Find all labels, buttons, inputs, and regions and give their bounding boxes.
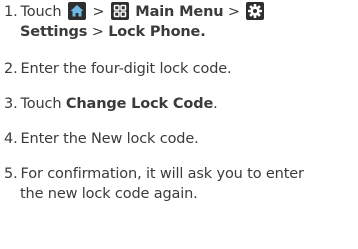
step-5: 5. For confirmation, it will ask you to e…: [4, 164, 304, 204]
settings-label: Settings: [20, 24, 88, 40]
step-1: 1. Touch > Main Menu > Settings > Lock P…: [4, 2, 266, 42]
step-number: 2.: [4, 61, 18, 77]
separator: >: [227, 4, 240, 20]
home-icon: [67, 2, 86, 20]
lock-phone-label: Lock Phone.: [108, 24, 206, 40]
separator: >: [92, 4, 105, 20]
main-menu-icon: [110, 2, 129, 20]
step-number: 1.: [4, 4, 18, 20]
step-text: Touch: [20, 96, 62, 112]
separator: >: [91, 24, 104, 40]
step-continuation: the new lock code again.: [20, 186, 198, 202]
change-lock-code-label: Change Lock Code: [65, 96, 214, 112]
step-text: Touch: [20, 4, 62, 20]
step-2: 2. Enter the four-digit lock code.: [4, 59, 232, 79]
step-3: 3. Touch Change Lock Code.: [4, 94, 218, 114]
settings-gear-icon: [246, 2, 265, 20]
step-text: Enter the four-digit lock code.: [20, 61, 232, 77]
step-text: For confirmation, it will ask you to ent…: [20, 166, 304, 182]
step-number: 4.: [4, 131, 18, 147]
step-continuation: Settings > Lock Phone.: [4, 22, 266, 42]
step-number: 3.: [4, 96, 18, 112]
step-text-end: .: [213, 96, 218, 112]
instruction-page: 1. Touch > Main Menu > Settings > Lock P…: [0, 0, 358, 249]
step-4: 4. Enter the New lock code.: [4, 129, 199, 149]
main-menu-label: Main Menu: [135, 4, 224, 20]
step-number: 5.: [4, 166, 18, 182]
step-text: Enter the New lock code.: [20, 131, 199, 147]
